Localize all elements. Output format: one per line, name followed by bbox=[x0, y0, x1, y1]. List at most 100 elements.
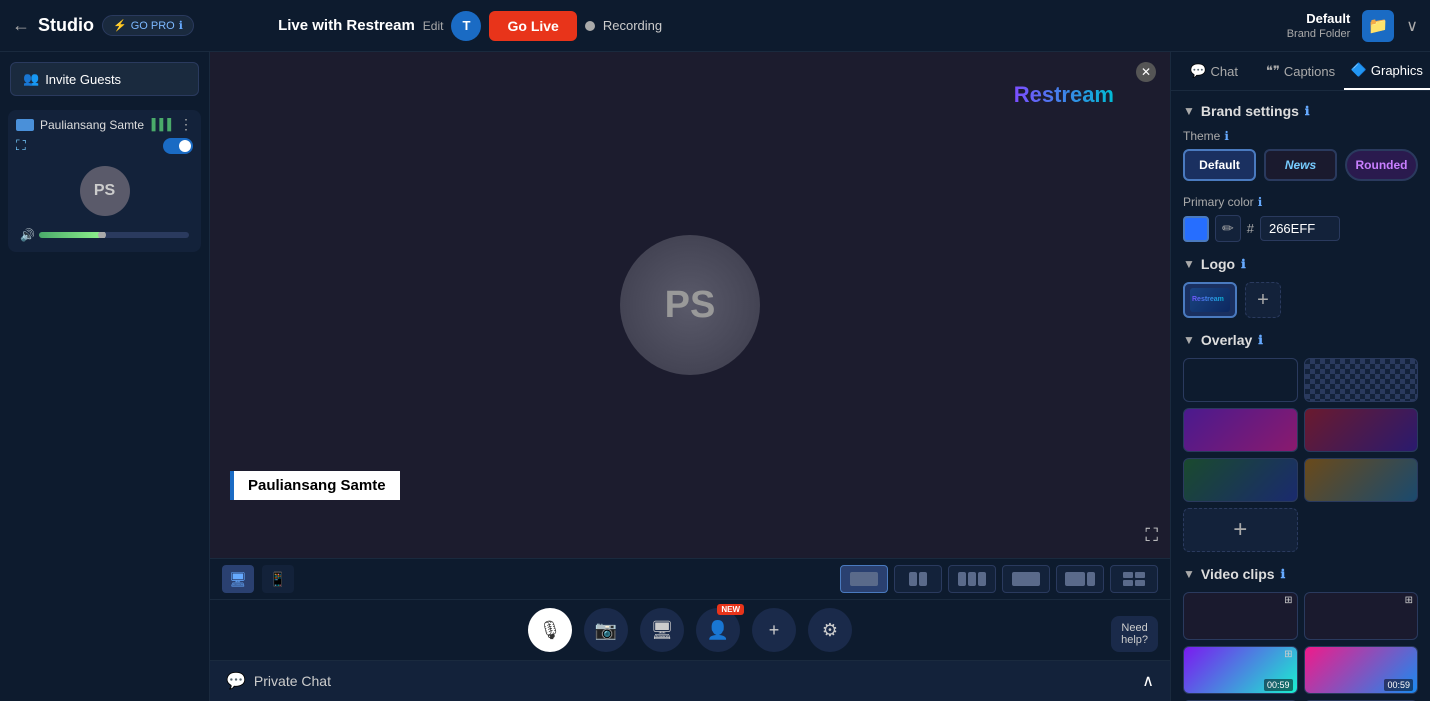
brand-folder-label: Brand Folder bbox=[1287, 28, 1351, 40]
theme-row: Default News Rounded bbox=[1183, 149, 1418, 181]
clip-icon-2: ⊞ bbox=[1405, 595, 1413, 606]
logo-toggle[interactable]: ▼ bbox=[1183, 257, 1195, 271]
theme-info-icon[interactable]: ℹ bbox=[1224, 129, 1229, 143]
add-source-button[interactable]: + bbox=[752, 608, 796, 652]
guest-toggle[interactable] bbox=[163, 138, 193, 154]
need-help-button[interactable]: Need help? bbox=[1111, 616, 1158, 652]
back-button[interactable]: ← bbox=[12, 15, 30, 36]
live-with-title: Live with Restream bbox=[278, 17, 415, 34]
audio-bar bbox=[39, 232, 189, 238]
private-chat-icon: 💬 bbox=[226, 671, 246, 691]
video-toolbar: 🖥 📱 bbox=[210, 558, 1170, 599]
video-clips-toggle[interactable]: ▼ bbox=[1183, 567, 1195, 581]
screen-share-button[interactable]: 🖥 bbox=[640, 608, 684, 652]
camera-button[interactable]: 📷 bbox=[584, 608, 628, 652]
lightning-icon: ⚡ bbox=[113, 19, 127, 32]
clip-item-1[interactable]: ⊞ bbox=[1183, 592, 1298, 640]
more-options-icon[interactable]: ⋮ bbox=[179, 116, 193, 133]
layout-button-3[interactable] bbox=[948, 565, 996, 593]
bottom-controls: 🎙 📷 🖥 👤 NEW + ⚙ Need help? bbox=[210, 599, 1170, 660]
logo-thumb-inner: Restream bbox=[1190, 288, 1230, 312]
settings-button[interactable]: ⚙ bbox=[808, 608, 852, 652]
brand-settings-info[interactable]: ℹ bbox=[1305, 104, 1310, 118]
close-overlay-button[interactable]: ✕ bbox=[1136, 62, 1156, 82]
overlay-item-6[interactable] bbox=[1304, 458, 1419, 502]
audio-fill bbox=[39, 232, 99, 238]
layout-button-4[interactable] bbox=[1002, 565, 1050, 593]
clips-grid: ⊞ ⊞ 00:59 ⊞ 00:59 ⊞ 00:29 ⊞ bbox=[1183, 592, 1418, 701]
go-live-button[interactable]: Go Live bbox=[489, 11, 576, 41]
tab-graphics[interactable]: 🔷 Graphics bbox=[1344, 52, 1430, 90]
video-clips-info-icon[interactable]: ℹ bbox=[1281, 567, 1286, 581]
fullscreen-button[interactable]: ⛶ bbox=[1145, 525, 1158, 546]
edit-button[interactable]: Edit bbox=[423, 19, 444, 33]
mobile-view-button[interactable]: 📱 bbox=[262, 565, 294, 593]
guest-name-area: Pauliansang Samte bbox=[16, 118, 144, 132]
theme-sub-label: Theme ℹ bbox=[1183, 129, 1418, 143]
folder-button[interactable]: 📁 bbox=[1362, 10, 1394, 42]
color-info-icon[interactable]: ℹ bbox=[1258, 195, 1263, 209]
tab-captions[interactable]: ❝❞ Captions bbox=[1257, 52, 1343, 90]
audio-bar-area: 🔊 bbox=[16, 224, 193, 246]
video-wrapper: Restream ✕ PS Pauliansang Samte ⛶ bbox=[210, 52, 1170, 558]
guest-item: Pauliansang Samte ▌▌▌ ⋮ ⛶ PS 🔊 bbox=[8, 110, 201, 252]
clip-duration-4: 00:59 bbox=[1384, 679, 1413, 691]
layout-button-2[interactable] bbox=[894, 565, 942, 593]
graphics-tab-label: Graphics bbox=[1371, 63, 1423, 78]
overlay-info-icon[interactable]: ℹ bbox=[1258, 333, 1263, 347]
add-overlay-button[interactable]: + bbox=[1183, 508, 1298, 552]
logo-grid: Restream + bbox=[1183, 282, 1418, 318]
gopro-badge[interactable]: ⚡ GO PRO ℹ bbox=[102, 15, 194, 36]
expand-button[interactable]: ⛶ bbox=[16, 137, 26, 154]
primary-color-label: Primary color ℹ bbox=[1183, 195, 1418, 209]
recording-dot bbox=[585, 21, 595, 31]
edit-color-button[interactable]: ✏ bbox=[1215, 215, 1241, 242]
people-icon: 👥 bbox=[23, 71, 39, 87]
brand-settings-header: ▼ Brand settings ℹ bbox=[1183, 103, 1418, 119]
add-logo-button[interactable]: + bbox=[1245, 282, 1281, 318]
overlay-item-2[interactable] bbox=[1304, 358, 1419, 402]
new-badge: NEW bbox=[717, 604, 744, 615]
need-help-line1: Need bbox=[1121, 622, 1148, 634]
overlay-toggle[interactable]: ▼ bbox=[1183, 333, 1195, 347]
layout-button-5[interactable] bbox=[1056, 565, 1104, 593]
clip-duration-3: 00:59 bbox=[1264, 679, 1293, 691]
clip-item-2[interactable]: ⊞ bbox=[1304, 592, 1419, 640]
layout-button-6[interactable] bbox=[1110, 565, 1158, 593]
need-help-line2: help? bbox=[1121, 634, 1148, 646]
gopro-label: GO PRO bbox=[131, 20, 175, 32]
color-row: ✏ # bbox=[1183, 215, 1418, 242]
mic-button[interactable]: 🎙 bbox=[528, 608, 572, 652]
video-clips-label: Video clips bbox=[1201, 566, 1275, 582]
add-person-button[interactable]: 👤 NEW bbox=[696, 608, 740, 652]
clip-item-3[interactable]: 00:59 ⊞ bbox=[1183, 646, 1298, 694]
logo-info-icon[interactable]: ℹ bbox=[1241, 257, 1246, 271]
header-chevron[interactable]: ∨ bbox=[1406, 16, 1418, 36]
clip-icon-3: ⊞ bbox=[1284, 649, 1292, 660]
restream-logo: Restream bbox=[1014, 82, 1114, 108]
layout-button-1[interactable] bbox=[840, 565, 888, 593]
guest-flag bbox=[16, 119, 34, 131]
private-chat-bar[interactable]: 💬 Private Chat ∧ bbox=[210, 660, 1170, 701]
tab-chat[interactable]: 💬 Chat bbox=[1171, 52, 1257, 90]
video-center: Restream ✕ PS Pauliansang Samte ⛶ 🖥 📱 bbox=[210, 52, 1170, 701]
brand-settings-toggle[interactable]: ▼ bbox=[1183, 104, 1195, 118]
color-swatch[interactable] bbox=[1183, 216, 1209, 242]
overlay-item-1[interactable] bbox=[1183, 358, 1298, 402]
desktop-view-button[interactable]: 🖥 bbox=[222, 565, 254, 593]
theme-rounded-button[interactable]: Rounded bbox=[1345, 149, 1418, 181]
overlay-item-3[interactable] bbox=[1183, 408, 1298, 452]
audio-slider-thumb[interactable] bbox=[98, 232, 106, 238]
clip-item-4[interactable]: 00:59 bbox=[1304, 646, 1419, 694]
theme-news-button[interactable]: News bbox=[1264, 149, 1337, 181]
overlay-section-header: ▼ Overlay ℹ bbox=[1183, 332, 1418, 348]
color-hex-input[interactable] bbox=[1260, 216, 1340, 241]
private-chat-label: Private Chat bbox=[254, 673, 331, 689]
theme-default-button[interactable]: Default bbox=[1183, 149, 1256, 181]
info-icon: ℹ bbox=[179, 19, 183, 32]
invite-guests-button[interactable]: 👥 Invite Guests bbox=[10, 62, 199, 96]
overlay-item-4[interactable] bbox=[1304, 408, 1419, 452]
overlay-item-5[interactable] bbox=[1183, 458, 1298, 502]
overlay-grid: + bbox=[1183, 358, 1418, 552]
logo-thumbnail[interactable]: Restream bbox=[1183, 282, 1237, 318]
